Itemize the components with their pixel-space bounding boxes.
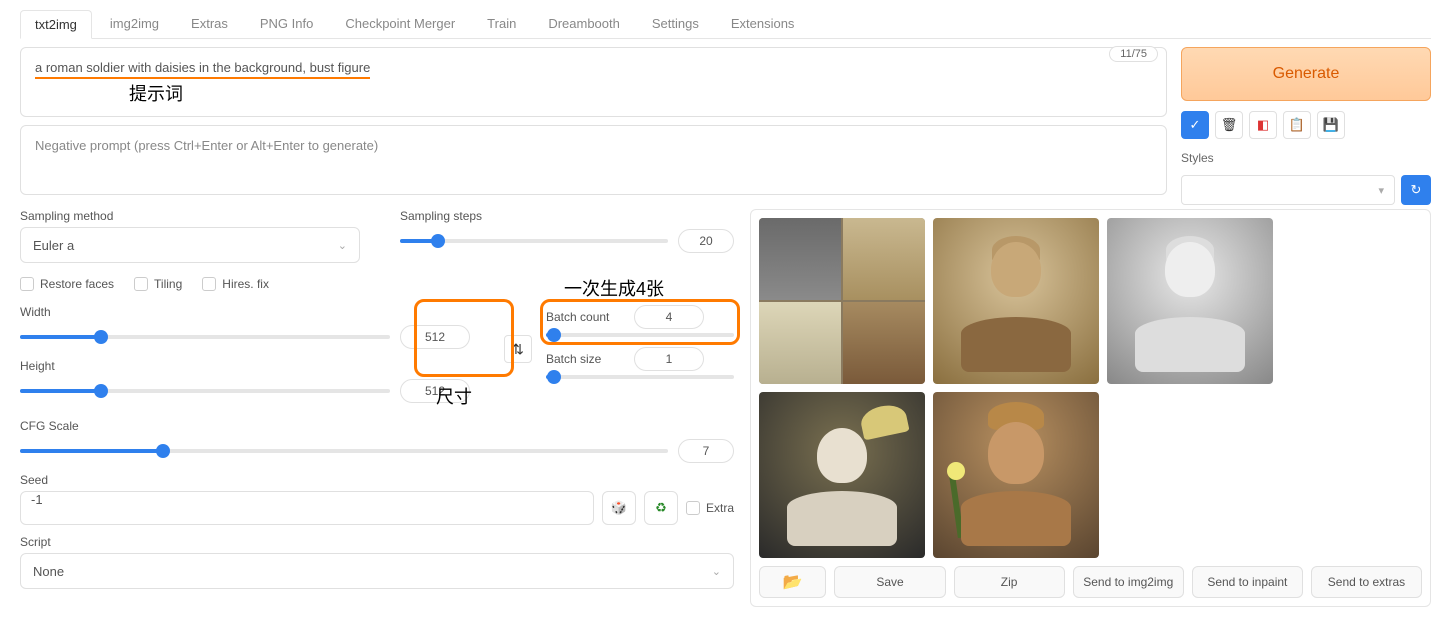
negative-prompt-placeholder: Negative prompt (press Ctrl+Enter or Alt… [35, 138, 378, 153]
sampling-steps-value[interactable]: 20 [678, 229, 734, 253]
tab-checkpoint-merger[interactable]: Checkpoint Merger [331, 10, 469, 38]
sampling-method-select[interactable]: Euler a ⌄ [20, 227, 360, 263]
generate-button[interactable]: Generate [1181, 47, 1431, 101]
batch-size-label: Batch size [546, 352, 624, 366]
batch-size-value[interactable]: 1 [634, 347, 704, 371]
height-slider[interactable] [20, 389, 390, 393]
sampling-steps-slider[interactable] [400, 239, 668, 243]
seed-reuse-button[interactable]: ♻ [644, 491, 678, 525]
chevron-down-icon: ⌄ [712, 565, 721, 578]
tiling-checkbox[interactable]: Tiling [134, 277, 182, 291]
batch-count-slider[interactable] [546, 333, 734, 337]
hires-fix-checkbox[interactable]: Hires. fix [202, 277, 269, 291]
send-inpaint-button[interactable]: Send to inpaint [1192, 566, 1303, 598]
output-panel: 📂 Save Zip Send to img2img Send to inpai… [750, 209, 1431, 607]
annotation-batch: 一次生成4张 [564, 275, 664, 301]
clipboard-icon[interactable]: 📋 [1283, 111, 1311, 139]
sampling-steps-label: Sampling steps [400, 209, 734, 223]
seed-random-button[interactable]: 🎲 [602, 491, 636, 525]
tab-extras[interactable]: Extras [177, 10, 242, 38]
gallery-item-grid[interactable] [759, 218, 925, 384]
trash-icon[interactable]: 🗑 [1215, 111, 1243, 139]
negative-prompt-input[interactable]: Negative prompt (press Ctrl+Enter or Alt… [20, 125, 1167, 195]
flag-icon[interactable]: ◧ [1249, 111, 1277, 139]
width-slider[interactable] [20, 335, 390, 339]
zip-button[interactable]: Zip [954, 566, 1065, 598]
batch-count-label: Batch count [546, 310, 624, 324]
tab-img2img[interactable]: img2img [96, 10, 173, 38]
tabs-bar: txt2img img2img Extras PNG Info Checkpoi… [20, 10, 1431, 39]
tab-pnginfo[interactable]: PNG Info [246, 10, 327, 38]
cfg-value[interactable]: 7 [678, 439, 734, 463]
cfg-slider[interactable] [20, 449, 668, 453]
send-extras-button[interactable]: Send to extras [1311, 566, 1422, 598]
seed-label: Seed [20, 473, 734, 487]
script-value: None [33, 564, 64, 579]
batch-count-value[interactable]: 4 [634, 305, 704, 329]
tab-dreambooth[interactable]: Dreambooth [534, 10, 634, 38]
refresh-styles-button[interactable]: ↻ [1401, 175, 1431, 205]
swap-wh-button[interactable]: ⇅ [504, 335, 532, 363]
sampling-method-value: Euler a [33, 238, 74, 253]
height-label: Height [20, 359, 490, 373]
batch-size-slider[interactable] [546, 375, 734, 379]
toolbar-icons: ✓ 🗑 ◧ 📋 💾 [1181, 111, 1431, 139]
output-actions: 📂 Save Zip Send to img2img Send to inpai… [759, 566, 1422, 598]
tab-extensions[interactable]: Extensions [717, 10, 809, 38]
tab-settings[interactable]: Settings [638, 10, 713, 38]
gallery-item-4[interactable] [933, 392, 1099, 558]
save-button[interactable]: Save [834, 566, 945, 598]
token-counter: 11/75 [1109, 46, 1158, 62]
tab-txt2img[interactable]: txt2img [20, 10, 92, 39]
save-icon[interactable]: 💾 [1317, 111, 1345, 139]
annotation-prompt: 提示词 [129, 80, 183, 106]
gallery-item-2[interactable] [1107, 218, 1273, 384]
check-icon[interactable]: ✓ [1181, 111, 1209, 139]
annotation-dims: 尺寸 [436, 383, 472, 409]
prompt-input[interactable]: 11/75 a roman soldier with daisies in th… [20, 47, 1167, 117]
seed-extra-checkbox[interactable]: Extra [686, 501, 734, 515]
chevron-down-icon: ⌄ [338, 239, 347, 252]
script-select[interactable]: None ⌄ [20, 553, 734, 589]
styles-label: Styles [1181, 151, 1431, 165]
prompt-text: a roman soldier with daisies in the back… [35, 60, 370, 79]
tab-train[interactable]: Train [473, 10, 530, 38]
gallery-item-3[interactable] [759, 392, 925, 558]
width-value[interactable]: 512 [400, 325, 470, 349]
gallery-item-1[interactable] [933, 218, 1099, 384]
width-label: Width [20, 305, 490, 319]
output-gallery [759, 218, 1422, 558]
seed-input[interactable]: -1 [20, 491, 594, 525]
script-label: Script [20, 535, 734, 549]
restore-faces-checkbox[interactable]: Restore faces [20, 277, 114, 291]
cfg-label: CFG Scale [20, 419, 734, 433]
styles-select[interactable]: ▾ [1181, 175, 1395, 205]
send-img2img-button[interactable]: Send to img2img [1073, 566, 1184, 598]
sampling-method-label: Sampling method [20, 209, 360, 223]
open-folder-button[interactable]: 📂 [759, 566, 826, 598]
